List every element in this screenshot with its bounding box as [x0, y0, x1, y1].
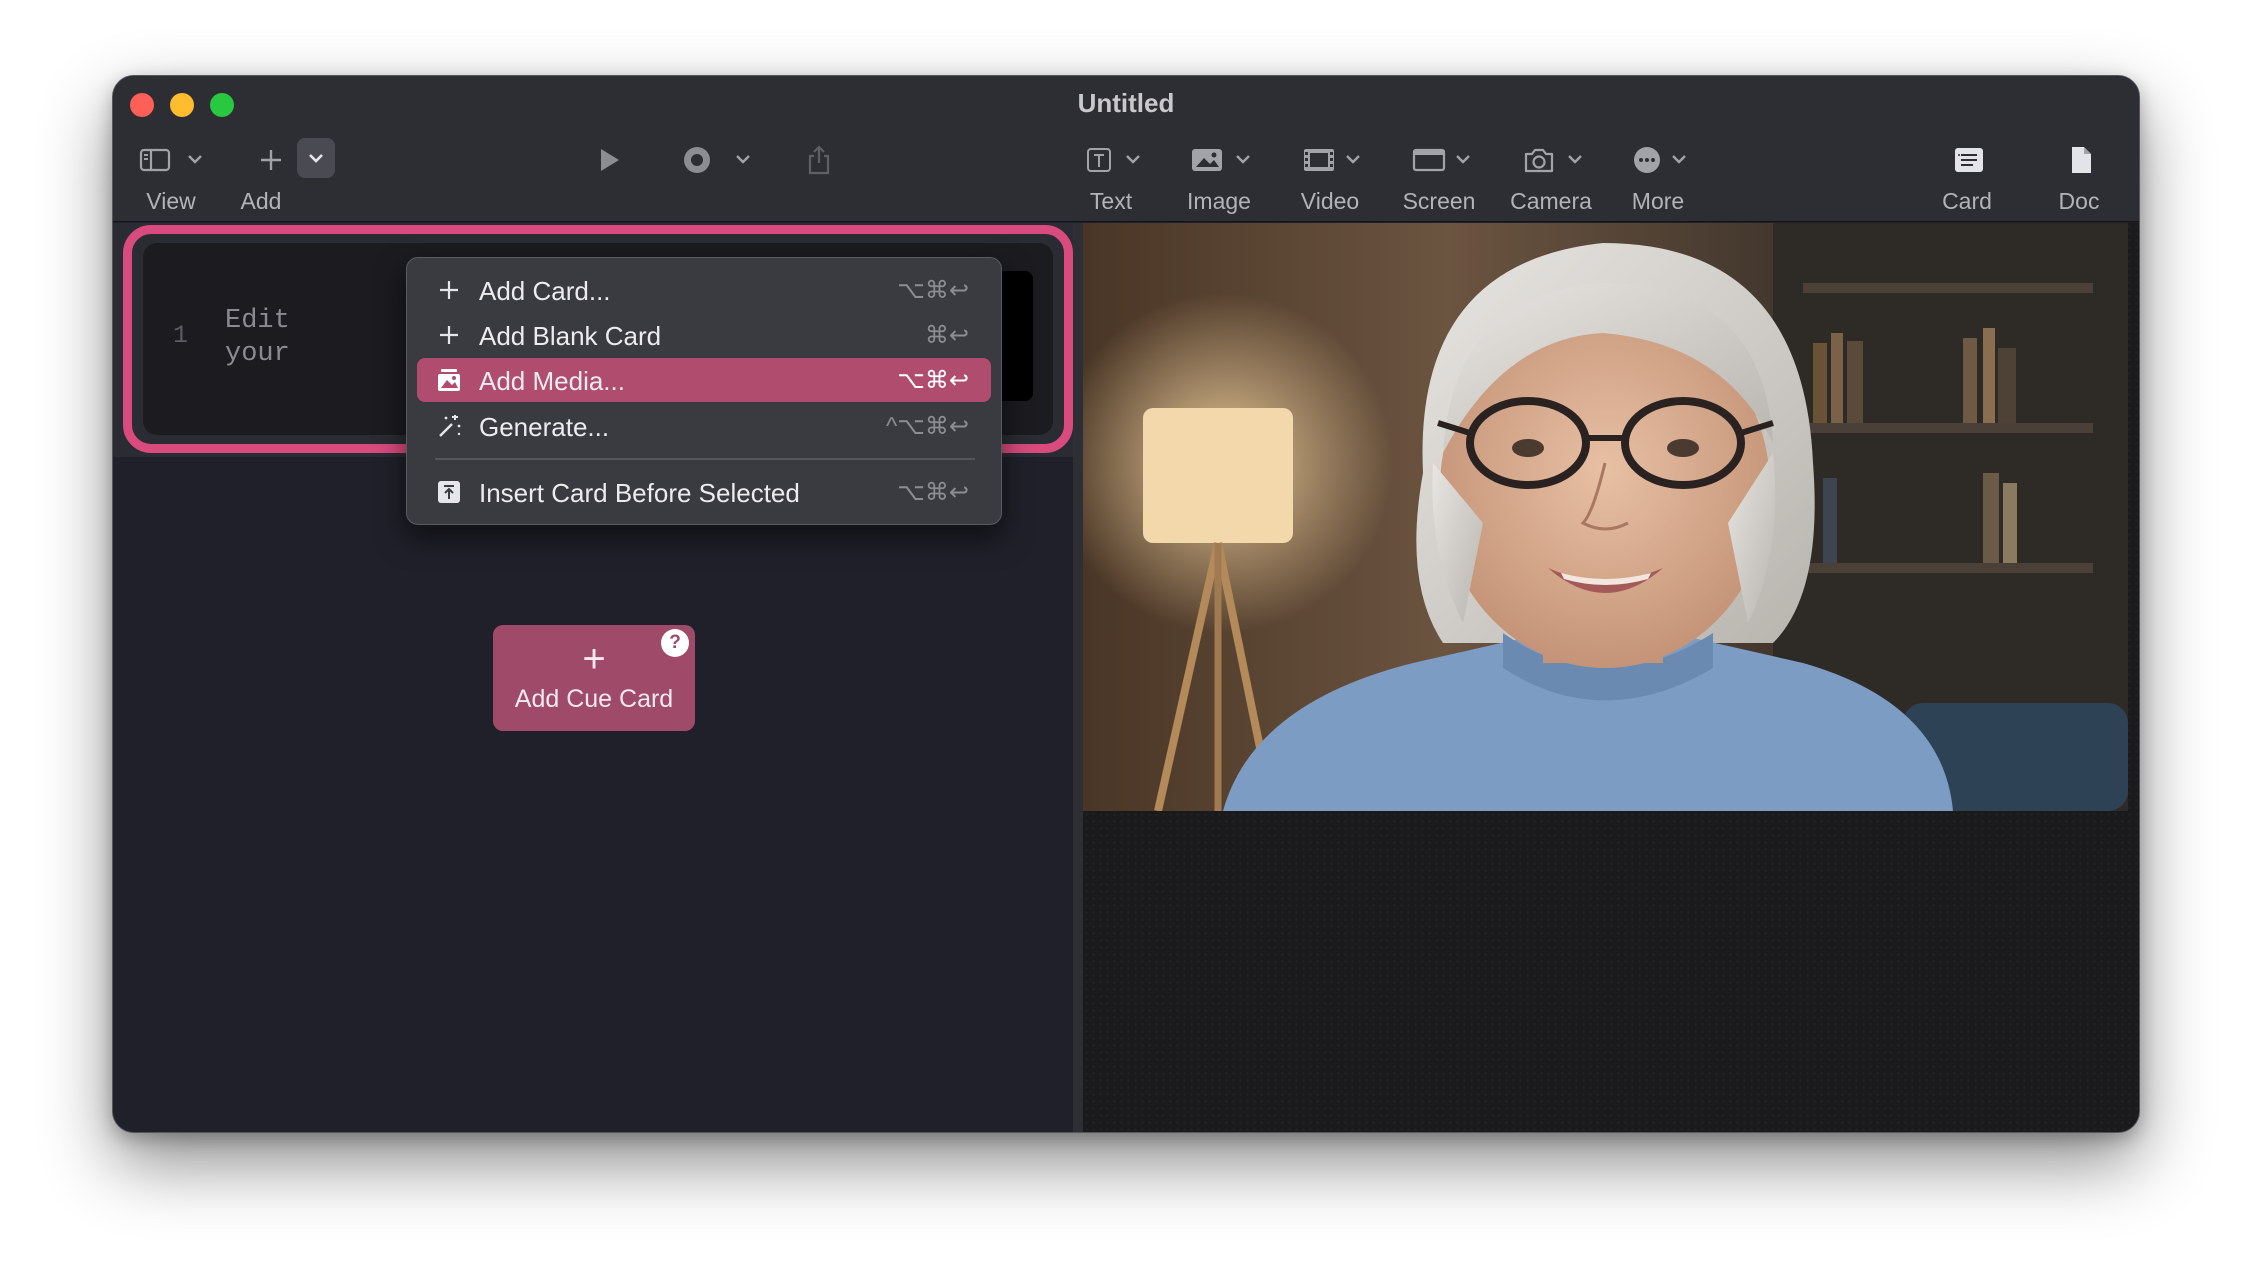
video-label: Video: [1300, 188, 1360, 214]
help-icon[interactable]: ?: [661, 629, 689, 657]
menu-item-generate[interactable]: Generate... ^⌥⌘↩: [417, 404, 991, 448]
text-chevron-down-icon[interactable]: [1123, 151, 1143, 167]
camera-label: Camera: [1510, 188, 1592, 214]
more-label: More: [1631, 188, 1685, 214]
menu-item-label: Generate...: [479, 412, 610, 442]
menu-separator: [435, 458, 975, 460]
chevron-down-icon: [309, 154, 323, 163]
sidebar-toggle-icon[interactable]: [135, 142, 175, 178]
menu-item-shortcut: ⌥⌘↩: [897, 479, 969, 506]
camera-icon[interactable]: [1519, 142, 1559, 178]
screen-label: Screen: [1402, 188, 1476, 214]
image-icon[interactable]: [1187, 142, 1227, 178]
window-title: Untitled: [1077, 88, 1175, 118]
menu-item-add-media[interactable]: Add Media... ⌥⌘↩: [417, 358, 991, 402]
titlebar: Untitled View Add Text Image Video Scree…: [113, 76, 2139, 222]
card-label: Card: [1942, 188, 1992, 214]
add-dropdown-menu: Add Card... ⌥⌘↩ Add Blank Card ⌘↩ Add Me…: [406, 257, 1002, 525]
menu-item-shortcut: ^⌥⌘↩: [885, 413, 969, 440]
play-icon[interactable]: [589, 142, 629, 178]
plus-icon: [440, 281, 458, 299]
more-chevron-down-icon[interactable]: [1669, 151, 1689, 167]
menu-item-shortcut: ⌘↩: [924, 322, 969, 349]
add-label: Add: [240, 188, 282, 214]
add-plus-icon[interactable]: [251, 142, 291, 178]
share-icon[interactable]: [799, 142, 839, 178]
image-label: Image: [1187, 188, 1251, 214]
text-label: Text: [1089, 188, 1133, 214]
card-script-text[interactable]: Edit your: [225, 305, 290, 371]
document-icon[interactable]: [2061, 142, 2101, 178]
add-cue-card-label: Add Cue Card: [514, 685, 674, 713]
text-box-icon[interactable]: [1079, 142, 1119, 178]
camera-preview-image: [1083, 223, 2128, 811]
preview-pane: [1083, 223, 2139, 1132]
menu-item-label: Insert Card Before Selected: [479, 478, 800, 508]
record-chevron-down-icon[interactable]: [733, 151, 753, 167]
pane-divider[interactable]: [1073, 223, 1083, 1132]
film-strip-icon[interactable]: [1299, 142, 1339, 178]
view-chevron-down-icon[interactable]: [185, 151, 205, 167]
plus-icon: [440, 326, 458, 344]
camera-chevron-down-icon[interactable]: [1565, 151, 1585, 167]
menu-item-label: Add Card...: [479, 276, 611, 306]
photo-stack-icon: [438, 369, 460, 391]
screen-window-icon[interactable]: [1409, 142, 1449, 178]
doc-label: Doc: [2058, 188, 2100, 214]
menu-item-label: Add Blank Card: [479, 321, 662, 351]
menu-item-add-blank-card[interactable]: Add Blank Card ⌘↩: [417, 313, 991, 357]
add-menu-dropdown-button[interactable]: [297, 138, 335, 178]
menu-item-shortcut: ⌥⌘↩: [897, 277, 969, 304]
video-chevron-down-icon[interactable]: [1343, 151, 1363, 167]
view-label: View: [146, 188, 196, 214]
magic-wand-icon: [439, 415, 461, 437]
menu-item-add-card[interactable]: Add Card... ⌥⌘↩: [417, 268, 991, 312]
menu-item-insert-card-before-selected[interactable]: Insert Card Before Selected ⌥⌘↩: [417, 470, 991, 514]
more-ellipsis-icon[interactable]: [1627, 142, 1667, 178]
insert-before-icon: [438, 481, 460, 503]
image-chevron-down-icon[interactable]: [1233, 151, 1253, 167]
card-view-icon[interactable]: [1949, 142, 1989, 178]
menu-item-shortcut: ⌥⌘↩: [897, 367, 969, 394]
record-icon[interactable]: [677, 142, 717, 178]
menu-item-label: Add Media...: [479, 366, 625, 396]
card-number: 1: [173, 321, 189, 350]
app-window: Untitled View Add Text Image Video Scree…: [112, 75, 2140, 1133]
screen-chevron-down-icon[interactable]: [1453, 151, 1473, 167]
